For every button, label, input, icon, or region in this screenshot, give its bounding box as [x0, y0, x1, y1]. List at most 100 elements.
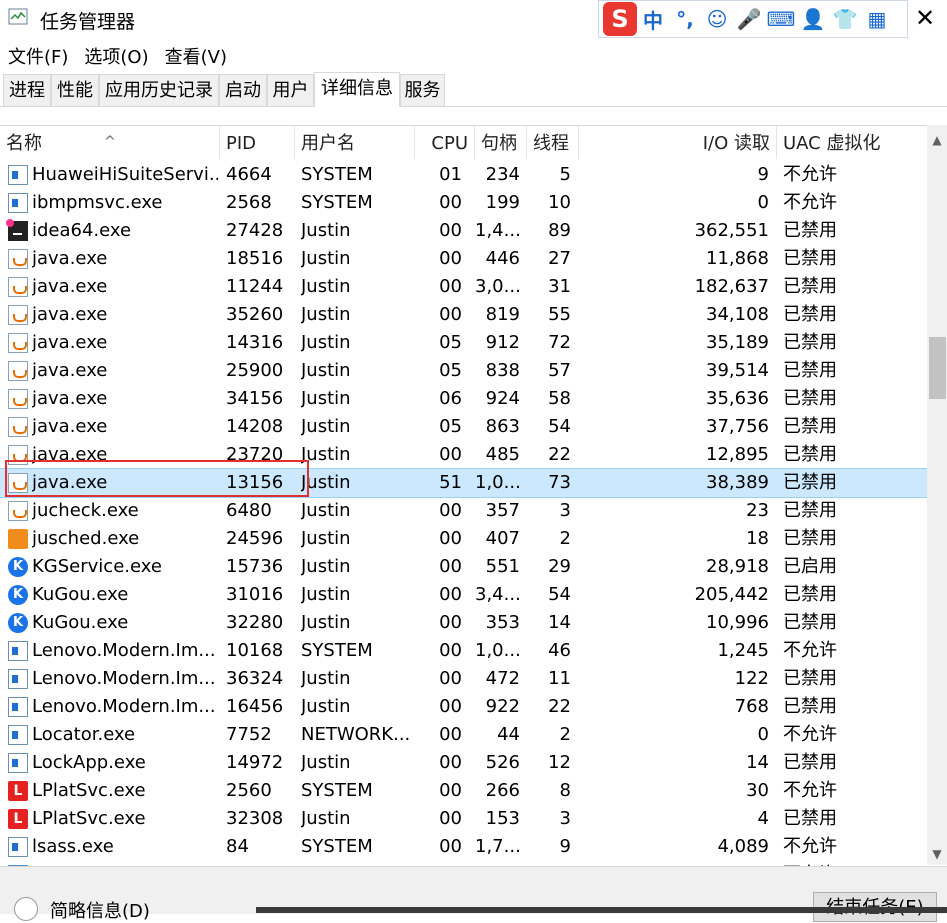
cell-pid: 6480	[226, 500, 272, 521]
table-row[interactable]: java.exe 14316 Justin 05 912 72 35,189 已禁用	[0, 329, 927, 357]
ime-chinese-mode-icon[interactable]: 中	[637, 2, 669, 36]
column-header-pid[interactable]: PID	[220, 126, 295, 159]
cell-pid: 2568	[226, 192, 272, 213]
tab-services[interactable]: 服务	[400, 74, 445, 106]
vertical-scrollbar[interactable]: ▲ ▼	[927, 125, 947, 865]
lplat-icon	[8, 781, 28, 801]
cell-threads: 72	[548, 332, 571, 353]
table-row[interactable]: LPlatSvc.exe 2560 SYSTEM 00 266 8 30 不允许	[0, 777, 927, 805]
cell-io-read: 28,918	[706, 556, 769, 577]
table-row[interactable]: jusched.exe 24596 Justin 00 407 2 18 已禁用	[0, 525, 927, 553]
column-header-io-read[interactable]: I/O 读取	[579, 126, 777, 159]
table-row[interactable]: Lenovo.Modern.Im... 36324 Justin 00 472 11 122…	[0, 665, 927, 693]
cell-io-read: 37,756	[706, 416, 769, 437]
tab-app-history[interactable]: 应用历史记录	[99, 74, 219, 106]
cell-uac: 不允许	[783, 836, 837, 857]
cell-handles: 44	[497, 724, 520, 745]
cell-username: Justin	[301, 220, 351, 241]
tab-users[interactable]: 用户	[267, 74, 314, 106]
cell-handles: 1,7...	[475, 836, 520, 857]
exe-icon	[8, 641, 28, 661]
cell-username: Justin	[301, 332, 351, 353]
cell-uac: 已禁用	[783, 360, 837, 381]
cell-io-read: 0	[757, 724, 769, 745]
table-row[interactable]: java.exe 18516 Justin 00 446 27 11,868 已禁用	[0, 245, 927, 273]
cell-cpu: 00	[439, 584, 462, 605]
cell-handles: 3,4...	[475, 584, 520, 605]
collapse-icon[interactable]	[14, 897, 38, 921]
cell-cpu: 06	[439, 388, 462, 409]
cell-io-read: 182,637	[694, 276, 769, 297]
cell-name: java.exe	[32, 472, 108, 493]
cell-username: SYSTEM	[301, 640, 373, 661]
cell-threads: 3	[559, 500, 571, 521]
fewer-details-link[interactable]: 简略信息(D)	[50, 897, 150, 923]
tab-performance[interactable]: 性能	[51, 74, 99, 106]
table-row[interactable]: LPlatSvc.exe 32308 Justin 00 153 3 4 已禁用	[0, 805, 927, 833]
sogou-logo-icon[interactable]: S	[603, 2, 637, 36]
ime-toolbox-icon[interactable]: ▦	[861, 2, 893, 36]
table-row[interactable]: idea64.exe 27428 Justin 00 1,4... 89 362,551 已禁…	[0, 217, 927, 245]
table-row[interactable]: java.exe 34156 Justin 06 924 58 35,636 已禁用	[0, 385, 927, 413]
cell-handles: 3,0...	[475, 276, 520, 297]
cell-cpu: 00	[439, 668, 462, 689]
cell-uac: 已禁用	[783, 220, 837, 241]
table-row[interactable]: Lenovo.Modern.Im... 16456 Justin 00 922 22 768…	[0, 693, 927, 721]
menu-view[interactable]: 查看(V)	[157, 40, 235, 70]
ime-voice-icon[interactable]: 🎤	[733, 2, 765, 36]
column-header-uac[interactable]: UAC 虚拟化	[777, 126, 927, 159]
column-header-name[interactable]: 名称 ^	[0, 126, 220, 159]
cell-cpu: 01	[439, 164, 462, 185]
tab-processes[interactable]: 进程	[3, 74, 51, 106]
cell-io-read: 38,389	[706, 472, 769, 493]
tab-details[interactable]: 详细信息	[314, 72, 400, 107]
table-row[interactable]: java.exe 14208 Justin 05 863 54 37,756 已禁用	[0, 413, 927, 441]
table-row[interactable]: lsass.exe 84 SYSTEM 00 1,7... 9 4,089 不允许	[0, 833, 927, 861]
cell-name: jucheck.exe	[32, 500, 139, 521]
cell-io-read: 4	[757, 808, 769, 829]
table-row[interactable]: java.exe 35260 Justin 00 819 55 34,108 已禁用	[0, 301, 927, 329]
table-row[interactable]: Locator.exe 7752 NETWORK... 00 44 2 0 不允许	[0, 721, 927, 749]
table-row[interactable]: java.exe 11244 Justin 00 3,0... 31 182,637 已禁用	[0, 273, 927, 301]
cell-uac: 已禁用	[783, 668, 837, 689]
cell-name: LockApp.exe	[32, 752, 146, 773]
close-icon[interactable]: ✕	[910, 4, 940, 34]
table-row[interactable]: ibmpmsvc.exe 2568 SYSTEM 00 199 10 0 不允许	[0, 189, 927, 217]
scroll-thumb[interactable]	[929, 337, 946, 399]
java-icon	[8, 277, 28, 297]
table-row[interactable]: HuaweiHiSuiteServi... 4664 SYSTEM 01 234 5 9 不允…	[0, 161, 927, 189]
table-row[interactable]: java.exe 25900 Justin 05 838 57 39,514 已禁用	[0, 357, 927, 385]
cell-handles: 407	[485, 528, 520, 549]
column-header-username[interactable]: 用户名	[295, 126, 415, 159]
table-row[interactable]: KuGou.exe 32280 Justin 00 353 14 10,996 已禁用	[0, 609, 927, 637]
cell-uac: 不允许	[783, 780, 837, 801]
scroll-up-icon[interactable]: ▲	[927, 133, 947, 147]
column-header-handles[interactable]: 句柄	[475, 126, 527, 159]
ime-user-icon[interactable]: 👤	[797, 2, 829, 36]
cell-name: HuaweiHiSuiteServi...	[32, 164, 218, 185]
column-header-cpu[interactable]: CPU	[415, 126, 475, 159]
ime-skin-icon[interactable]: 👕	[829, 2, 861, 36]
table-row[interactable]: KGService.exe 15736 Justin 00 551 29 28,918 已启用	[0, 553, 927, 581]
cell-name: Lenovo.Modern.Im...	[32, 640, 216, 661]
menu-options[interactable]: 选项(O)	[76, 40, 156, 70]
table-row[interactable]: jucheck.exe 6480 Justin 00 357 3 23 已禁用	[0, 497, 927, 525]
cell-io-read: 14	[746, 752, 769, 773]
menu-file[interactable]: 文件(F)	[0, 40, 76, 70]
ime-keyboard-icon[interactable]: ⌨	[765, 2, 797, 36]
ime-punctuation-icon[interactable]: °,	[669, 2, 701, 36]
lplat-icon	[8, 809, 28, 829]
scroll-down-icon[interactable]: ▼	[927, 847, 947, 861]
cell-io-read: 23	[746, 500, 769, 521]
ime-emoji-icon[interactable]: ☺	[701, 2, 733, 36]
details-table: 名称 ^ PID 用户名 CPU 句柄 线程 I/O 读取 UAC 虚拟化 Hua…	[0, 125, 947, 866]
cell-threads: 11	[548, 668, 571, 689]
column-header-threads[interactable]: 线程	[527, 126, 579, 159]
tab-startup[interactable]: 启动	[219, 74, 267, 106]
table-row[interactable]: LockApp.exe 14972 Justin 00 526 12 14 已禁用	[0, 749, 927, 777]
ime-toolbar[interactable]: S 中 °, ☺ 🎤 ⌨ 👤 👕 ▦	[598, 0, 908, 38]
table-row[interactable]: java.exe 13156 Justin 51 1,0... 73 38,389 已禁用	[0, 468, 928, 498]
table-row[interactable]: KuGou.exe 31016 Justin 00 3,4... 54 205,442 已禁用	[0, 581, 927, 609]
table-row[interactable]: Lenovo.Modern.Im... 10168 SYSTEM 00 1,0... 46…	[0, 637, 927, 665]
table-row[interactable]: java.exe 23720 Justin 00 485 22 12,895 已禁用	[0, 441, 927, 469]
